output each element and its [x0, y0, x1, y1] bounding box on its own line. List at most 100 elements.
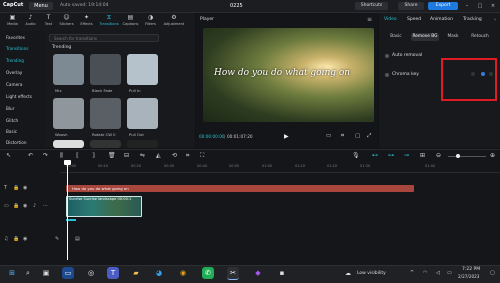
teams-icon[interactable]: T: [107, 267, 119, 279]
tab-video[interactable]: Video: [384, 17, 397, 22]
chrome-icon[interactable]: ◉: [177, 267, 189, 279]
reverse-icon[interactable]: ⇋: [140, 152, 145, 159]
system-app-icon[interactable]: ◎: [85, 267, 97, 279]
auto-removal-toggle[interactable]: [385, 54, 389, 58]
whatsapp-icon[interactable]: ✆: [202, 267, 214, 279]
sidebar-item-trending[interactable]: Trending: [6, 58, 24, 63]
transition-thumb[interactable]: [90, 54, 121, 85]
tab-filters[interactable]: ◑ Filters: [142, 14, 159, 29]
zoom-app-icon[interactable]: ▭: [62, 267, 74, 279]
tab-tracking[interactable]: Tracking: [463, 17, 482, 22]
magnet-icon[interactable]: ⊷: [372, 152, 378, 159]
freeze-icon[interactable]: ⊟: [124, 152, 129, 159]
zoom-slider-track[interactable]: [448, 156, 486, 157]
weather-icon[interactable]: ☁: [345, 270, 351, 277]
edit-icon[interactable]: ✎: [55, 236, 59, 242]
sidebar-item-light-effects[interactable]: Light effects: [6, 94, 32, 99]
share-button[interactable]: Share: [398, 2, 424, 10]
transition-thumb[interactable]: [127, 98, 158, 129]
lock-icon[interactable]: 🔒: [13, 185, 19, 191]
audio-icon[interactable]: ♪: [33, 203, 36, 209]
lock-icon[interactable]: 🔒: [13, 236, 19, 242]
transition-thumb[interactable]: [53, 98, 84, 129]
subtab-basic[interactable]: Basic: [384, 33, 408, 41]
more-icon[interactable]: ⋯: [43, 203, 48, 209]
task-view-icon[interactable]: ▣: [40, 267, 52, 279]
tab-captions[interactable]: ▤ Captions: [122, 14, 139, 29]
eye-icon[interactable]: ◉: [23, 203, 27, 209]
sidebar-item-basic[interactable]: Basic: [6, 129, 17, 134]
caption-text[interactable]: How do you do what going on: [214, 68, 350, 78]
mirror-icon[interactable]: ◭: [156, 152, 161, 159]
transition-thumb[interactable]: [127, 54, 158, 85]
undo-icon[interactable]: ↶: [28, 152, 33, 159]
sidebar-item-distortion[interactable]: Distortion: [6, 140, 27, 145]
sidebar-item-transitions[interactable]: Transitions: [6, 46, 28, 51]
preview-axis-icon[interactable]: ⊸: [404, 152, 409, 159]
playhead-handle[interactable]: [64, 160, 71, 165]
tab-media[interactable]: ▣ Media: [4, 14, 21, 29]
file-explorer-icon[interactable]: ▰: [130, 267, 142, 279]
record-icon[interactable]: 🎙: [352, 152, 360, 159]
export-button[interactable]: Export: [428, 2, 458, 10]
zoom-in-icon[interactable]: ⊕: [490, 152, 495, 159]
transition-thumb[interactable]: [53, 140, 84, 148]
notification-icon[interactable]: ▢: [490, 270, 495, 276]
delete-icon[interactable]: 🗑: [108, 152, 116, 159]
rotate-icon[interactable]: ⟲: [172, 152, 177, 159]
select-icon[interactable]: ↖: [6, 152, 11, 159]
tab-speed[interactable]: Speed: [407, 17, 421, 22]
search-input[interactable]: Search for transitions: [49, 34, 159, 42]
tab-text[interactable]: T Text: [40, 14, 57, 29]
capcut-icon[interactable]: ✂: [227, 267, 239, 280]
subtab-remove-bg[interactable]: Remove BG: [411, 33, 439, 41]
close-icon[interactable]: ×: [488, 2, 498, 10]
link-icon[interactable]: ⊶: [388, 152, 394, 159]
split-icon[interactable]: ⫼: [60, 152, 63, 160]
volume-icon[interactable]: ◁: [436, 270, 440, 276]
subtab-mask[interactable]: Mask: [442, 33, 464, 41]
tab-stickers[interactable]: ☺ Stickers: [58, 14, 75, 29]
eye-icon[interactable]: ◉: [23, 185, 27, 191]
play-icon[interactable]: ▶: [284, 133, 289, 140]
tab-audio[interactable]: ♪ Audio: [22, 14, 39, 29]
sidebar-item-favorites[interactable]: Favorites: [6, 35, 25, 40]
zoom-out-icon[interactable]: ⊖: [436, 152, 441, 159]
shortcuts-button[interactable]: Shortcuts: [355, 2, 388, 10]
maximize-icon[interactable]: □: [475, 2, 485, 10]
text-clip[interactable]: How do you do what going on: [66, 185, 414, 192]
redo-icon[interactable]: ↷: [43, 152, 48, 159]
wifi-icon[interactable]: ◠: [423, 270, 427, 276]
split-left-icon[interactable]: ⟦: [76, 152, 79, 159]
player-menu-icon[interactable]: ≡: [367, 16, 372, 23]
app-icon[interactable]: ◆: [252, 267, 264, 279]
clock-time[interactable]: 7:22 PM: [462, 267, 480, 272]
battery-icon[interactable]: ▭: [447, 270, 452, 276]
fullscreen-icon[interactable]: ⤢: [367, 133, 371, 140]
tray-chevron-icon[interactable]: ^: [410, 270, 414, 276]
search-icon[interactable]: ⌕: [22, 267, 34, 279]
lock-icon[interactable]: 🔒: [13, 203, 19, 209]
zoom-fit-icon[interactable]: ⊞: [420, 152, 425, 159]
eye-icon[interactable]: ◉: [23, 236, 27, 242]
cover-icon[interactable]: ▤: [75, 236, 80, 242]
tab-effects[interactable]: ✦ Effects: [78, 14, 95, 29]
menu-button[interactable]: Menu: [29, 2, 53, 10]
ratio-icon[interactable]: ▢: [355, 133, 360, 139]
chroma-key-toggle[interactable]: [385, 73, 389, 77]
clock-date[interactable]: 2/27/2023: [458, 274, 479, 279]
fit-icon[interactable]: ▭: [326, 133, 331, 139]
app-icon[interactable]: ▪: [276, 267, 288, 279]
weather-status[interactable]: Low visibility: [357, 271, 386, 276]
sidebar-item-camera[interactable]: Camera: [6, 82, 22, 87]
zoom-slider-handle[interactable]: [456, 154, 460, 158]
windows-start-icon[interactable]: ⊞: [6, 267, 18, 279]
tab-animation[interactable]: Animation: [430, 17, 453, 22]
transition-thumb[interactable]: [90, 98, 121, 129]
sidebar-item-blur[interactable]: Blur: [6, 106, 14, 111]
tab-adjustment[interactable]: ⚙ Adjustment: [162, 14, 186, 29]
edge-icon[interactable]: ◕: [153, 267, 165, 279]
tab-transitions[interactable]: ⧖ Transitions: [98, 14, 120, 29]
transition-thumb[interactable]: [53, 54, 84, 85]
subtab-retouch[interactable]: Retouch: [467, 33, 493, 41]
